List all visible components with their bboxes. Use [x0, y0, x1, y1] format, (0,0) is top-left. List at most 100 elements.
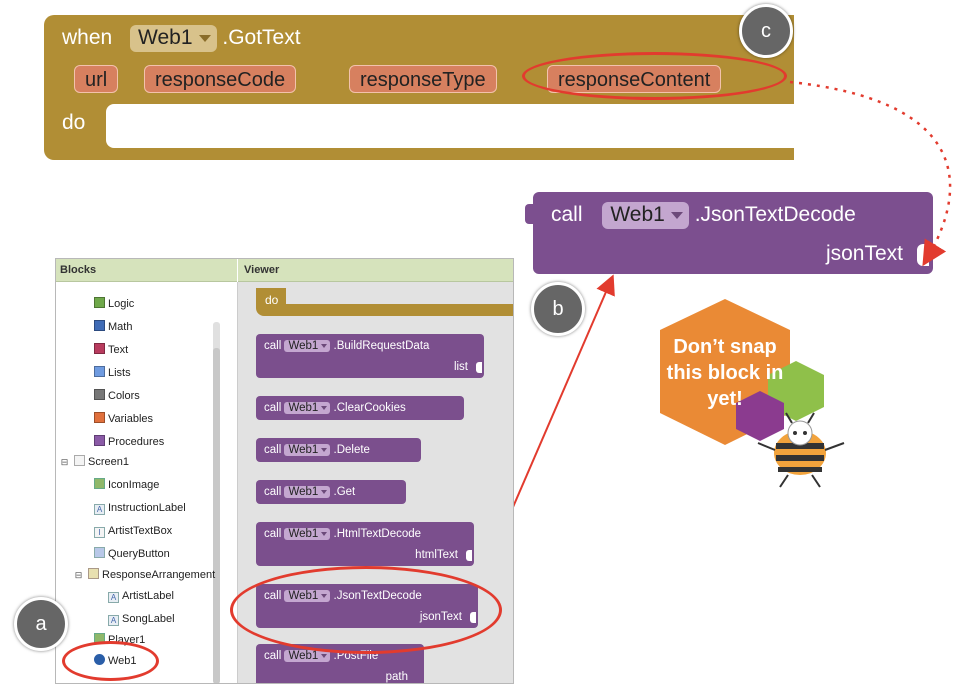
badge-line-2: this block in [667, 362, 784, 384]
label-icon: A [108, 592, 119, 603]
tree-item-songlabel[interactable]: A SongLabel [108, 611, 175, 627]
tree-item-variables[interactable]: Variables [94, 411, 153, 427]
tree-item-screen1[interactable]: ⊟ Screen1 [60, 454, 129, 470]
viewer-event-block-tail[interactable]: do [256, 288, 513, 316]
tree-item-label: Text [108, 344, 129, 356]
chevron-down-icon [321, 343, 328, 348]
tree-item-label: Logic [108, 298, 135, 310]
math-icon [94, 320, 105, 331]
tree-item-label: InstructionLabel [108, 502, 186, 514]
tree-item-label: Math [108, 321, 133, 333]
chevron-down-icon [321, 405, 328, 410]
text-icon [94, 343, 105, 354]
arrangement-icon [88, 568, 99, 579]
chevron-down-icon [321, 653, 328, 658]
tree-item-instructionlabel[interactable]: A InstructionLabel [94, 500, 186, 516]
tree-item-label: Procedures [108, 436, 165, 448]
blocks-header: Blocks [56, 259, 237, 282]
viewer-block-buildrequestdata[interactable]: call Web1 .BuildRequestData list [256, 334, 484, 378]
tree-item-label: ResponseArrangement [102, 569, 216, 581]
button-icon [94, 547, 105, 558]
viewer-block-clearcookies[interactable]: call Web1 .ClearCookies [256, 396, 464, 420]
callout-c: c [739, 4, 793, 58]
call-keyword: call [264, 402, 282, 414]
tree-item-lists[interactable]: Lists [94, 365, 131, 381]
viewer-block-get[interactable]: call Web1 .Get [256, 480, 406, 504]
call-keyword: call [264, 340, 282, 352]
blocks-header-label: Blocks [60, 264, 97, 276]
procedures-icon [94, 435, 105, 446]
component-dropdown[interactable]: Web1 [284, 486, 331, 498]
viewer-do-keyword: do [265, 293, 279, 307]
lists-icon [94, 366, 105, 377]
call-keyword: call [264, 650, 282, 662]
chevron-down-icon [321, 447, 328, 452]
chevron-down-icon [321, 489, 328, 494]
component-dropdown[interactable]: Web1 [284, 444, 331, 456]
component-dropdown-label: Web1 [288, 528, 319, 540]
arg-label: htmlText [415, 549, 458, 561]
viewer-header-label: Viewer [244, 264, 280, 276]
component-dropdown-label: Web1 [288, 340, 319, 352]
tree-item-label: ArtistTextBox [108, 525, 173, 537]
tree-item-responsearrangement[interactable]: ⊟ ResponseArrangement [74, 567, 215, 583]
tree-item-label: Lists [108, 367, 131, 379]
component-dropdown-label: Web1 [288, 486, 319, 498]
tree-item-iconimage[interactable]: IconImage [94, 477, 159, 493]
logic-icon [94, 297, 105, 308]
call-keyword: call [264, 444, 282, 456]
badge-line-3: yet! [707, 388, 743, 410]
arg-socket[interactable] [476, 362, 482, 373]
call-keyword: call [264, 528, 282, 540]
image-icon [94, 478, 105, 489]
textbox-icon: I [94, 527, 105, 538]
badge-line-1: Don’t snap [673, 336, 776, 358]
method-name: .BuildRequestData [333, 340, 430, 352]
tree-item-label: Variables [108, 413, 154, 425]
arg-label: path [385, 671, 408, 683]
call-keyword: call [264, 486, 282, 498]
component-dropdown-label: Web1 [288, 444, 319, 456]
callout-b: b [531, 282, 585, 336]
viewer-do-slot [286, 288, 513, 304]
tree-item-procedures[interactable]: Procedures [94, 434, 164, 450]
tree-item-artistlabel[interactable]: A ArtistLabel [108, 588, 174, 604]
tree-item-label: Colors [108, 390, 140, 402]
tree-item-querybutton[interactable]: QueryButton [94, 546, 170, 562]
label-icon: A [94, 504, 105, 515]
method-name: .HtmlTextDecode [333, 528, 422, 540]
method-name: .Get [333, 486, 356, 498]
tree-item-text[interactable]: Text [94, 342, 128, 358]
method-name: .ClearCookies [333, 402, 406, 414]
chevron-down-icon [321, 531, 328, 536]
component-dropdown[interactable]: Web1 [284, 528, 331, 540]
jsontextdecode-highlight [230, 566, 502, 654]
collapse-icon[interactable]: ⊟ [60, 458, 69, 467]
component-dropdown[interactable]: Web1 [284, 340, 331, 352]
tree-item-label: SongLabel [122, 613, 175, 625]
collapse-icon[interactable]: ⊟ [74, 571, 83, 580]
tree-item-label: IconImage [108, 479, 160, 491]
blocks-tree: Logic Math Text Lists Colors Variables P… [56, 282, 238, 683]
viewer-block-delete[interactable]: call Web1 .Delete [256, 438, 421, 462]
dont-snap-badge: Don’t snap this block in yet! [660, 299, 845, 488]
screen-icon [74, 455, 85, 466]
tree-item-label: ArtistLabel [122, 590, 174, 602]
callout-a: a [14, 597, 68, 651]
component-dropdown[interactable]: Web1 [284, 402, 331, 414]
tree-item-label: QueryButton [108, 548, 170, 560]
arg-label: list [453, 361, 468, 373]
tree-item-math[interactable]: Math [94, 319, 132, 335]
dotted-arrow-content-to-socket [789, 80, 952, 267]
component-dropdown-label: Web1 [288, 402, 319, 414]
tree-item-logic[interactable]: Logic [94, 296, 134, 312]
tree-item-artisttextbox[interactable]: I ArtistTextBox [94, 523, 172, 539]
scrollbar-thumb[interactable] [213, 348, 220, 683]
viewer-header: Viewer [238, 259, 513, 282]
arg-socket[interactable] [466, 550, 472, 561]
tree-item-colors[interactable]: Colors [94, 388, 140, 404]
method-name: .Delete [333, 444, 370, 456]
viewer-block-htmltextdecode[interactable]: call Web1 .HtmlTextDecode htmlText [256, 522, 474, 566]
colors-icon [94, 389, 105, 400]
web1-highlight [62, 641, 159, 681]
